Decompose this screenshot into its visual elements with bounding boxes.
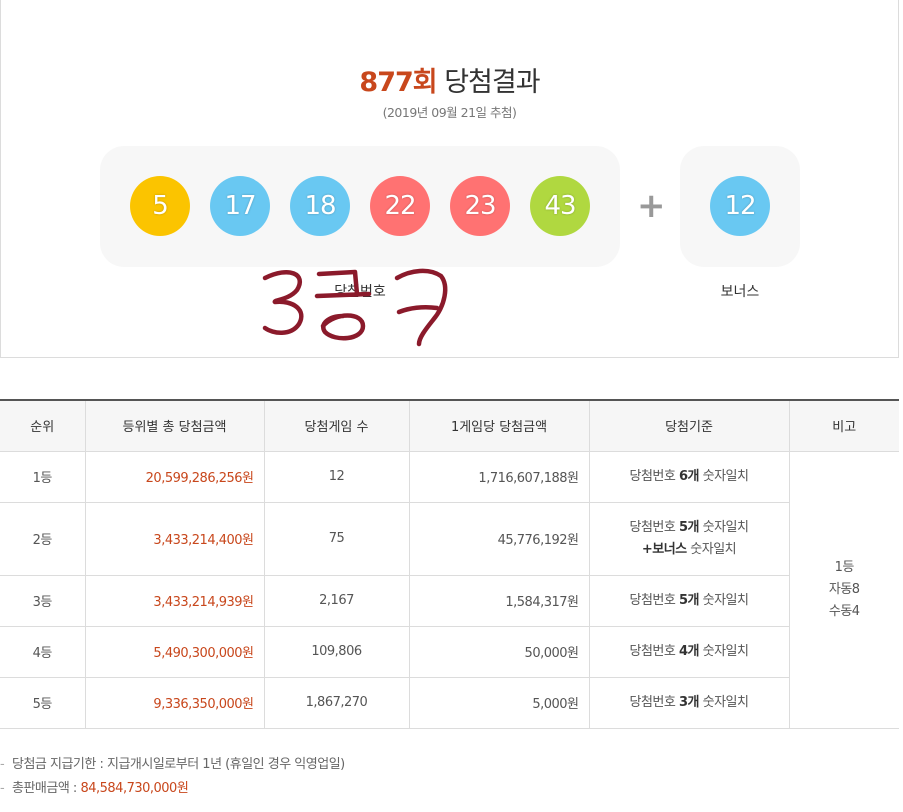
ball-1: 5: [130, 176, 190, 236]
criteria-cell: 당첨번호 3개 숫자일치: [588, 676, 790, 729]
result-box: 877회 당첨결과 (2019년 09월 21일 추첨) 5 17 18 22 …: [0, 0, 899, 358]
rank-cell: 5등: [0, 676, 86, 729]
criteria-text: 숫자일치: [699, 694, 749, 710]
criteria-line: +보너스 숫자일치: [590, 539, 789, 561]
criteria-text: 숫자일치: [686, 541, 737, 557]
per-game-cell: 45,776,192원: [408, 501, 590, 576]
criteria-count: 5개: [678, 592, 700, 608]
col-total-header: 등위별 총 당첨금액: [84, 400, 265, 452]
note-line: 1등: [834, 559, 855, 575]
criteria-text: 숫자일치: [699, 468, 749, 484]
plus-icon: +: [637, 186, 666, 226]
criteria-text: 당첨번호: [629, 592, 679, 608]
criteria-text: 숫자일치: [699, 592, 749, 608]
ball-2: 17: [210, 176, 270, 236]
total-sales-note: - 총판매금액 : 84,584,730,000원: [0, 779, 899, 803]
scribble-stroke: [314, 269, 372, 299]
table-row: 5등 9,336,350,000원 1,867,270 5,000원 당첨번호 …: [0, 676, 899, 729]
col-per-game-header: 1게임당 당첨금액: [408, 400, 590, 452]
round-number: 877회: [359, 67, 437, 98]
total-amount-cell: 20,599,286,256원: [84, 450, 265, 503]
winning-numbers-panel: 5 17 18 22 23 43: [100, 146, 620, 267]
criteria-line: 당첨번호 5개 숫자일치: [590, 517, 789, 539]
ball-4: 22: [370, 176, 430, 236]
per-game-cell: 1,716,607,188원: [408, 450, 590, 503]
title-suffix: 당첨결과: [444, 67, 540, 98]
scribble-stroke: [262, 269, 304, 335]
criteria-text: 당첨번호: [629, 519, 679, 535]
scribble-stroke: [320, 313, 366, 341]
games-cell: 109,806: [263, 625, 410, 678]
total-amount-cell: 3,433,214,939원: [84, 574, 265, 627]
criteria-cell: 당첨번호 5개 숫자일치 +보너스 숫자일치: [588, 501, 790, 576]
criteria-count: 6개: [678, 468, 700, 484]
payment-deadline-note: - 당첨금 지급기한 : 지급개시일로부터 1년 (휴일인 경우 익영업일): [0, 755, 899, 779]
rank-cell: 1등: [0, 450, 86, 503]
criteria-text: 당첨번호: [629, 643, 679, 659]
col-criteria-header: 당첨기준: [588, 400, 790, 452]
bonus-panel: 12: [680, 146, 800, 267]
total-amount-cell: 9,336,350,000원: [84, 676, 265, 729]
criteria-cell: 당첨번호 4개 숫자일치: [588, 625, 790, 678]
rank-cell: 3등: [0, 574, 86, 627]
total-amount-cell: 3,433,214,400원: [84, 501, 265, 576]
criteria-count: 5개: [678, 519, 700, 535]
dash-icon: -: [0, 757, 5, 772]
criteria-cell: 당첨번호 6개 숫자일치: [588, 450, 790, 503]
criteria-count: 3개: [678, 694, 700, 710]
bonus-label: 보너스: [720, 284, 760, 300]
rank-cell: 4등: [0, 625, 86, 678]
ball-3: 18: [290, 176, 350, 236]
criteria-text: 숫자일치: [699, 643, 749, 659]
games-cell: 12: [263, 450, 410, 503]
criteria-bonus: +보너스: [641, 541, 687, 557]
criteria-count: 4개: [678, 643, 700, 659]
col-rank-header: 순위: [0, 400, 86, 452]
deadline-text: 당첨금 지급기한 : 지급개시일로부터 1년 (휴일인 경우 익영업일): [12, 757, 345, 772]
rank-cell: 2등: [0, 501, 86, 576]
scribble-stroke: [396, 304, 440, 315]
col-games-header: 당첨게임 수: [263, 400, 410, 452]
ball-6: 43: [530, 176, 590, 236]
sales-value: 84,584,730,000원: [80, 781, 189, 796]
prize-table: 순위 등위별 총 당첨금액 당첨게임 수 1게임당 당첨금액 당첨기준 비고 1…: [0, 399, 899, 729]
note-cell: 1등 자동8 수동4: [788, 450, 899, 729]
table-row: 1등 20,599,286,256원 12 1,716,607,188원 당첨번…: [0, 450, 899, 729]
total-amount-cell: 5,490,300,000원: [84, 625, 265, 678]
handwritten-annotation: [262, 268, 448, 347]
table-row: 4등 5,490,300,000원 109,806 50,000원 당첨번호 4…: [0, 625, 899, 678]
sales-label: 총판매금액 :: [12, 781, 81, 796]
draw-title: 877회 당첨결과: [1, 60, 898, 99]
games-cell: 75: [263, 501, 410, 576]
criteria-text: 당첨번호: [629, 694, 679, 710]
bonus-ball: 12: [710, 176, 770, 236]
criteria-text: 당첨번호: [629, 468, 679, 484]
per-game-cell: 5,000원: [408, 676, 590, 729]
criteria-cell: 당첨번호 5개 숫자일치: [588, 574, 790, 627]
draw-date: (2019년 09월 21일 추첨): [382, 105, 517, 120]
ball-5: 23: [450, 176, 510, 236]
criteria-text: 숫자일치: [699, 519, 749, 535]
footer-notes: - 당첨금 지급기한 : 지급개시일로부터 1년 (휴일인 경우 익영업일) -총…: [0, 755, 899, 803]
per-game-cell: 50,000원: [408, 625, 590, 678]
games-cell: 2,167: [263, 574, 410, 627]
per-game-cell: 1,584,317원: [408, 574, 590, 627]
note-line: 수동4: [828, 603, 860, 619]
table-row: 3등 3,433,214,939원 2,167 1,584,317원 당첨번호 …: [0, 574, 899, 627]
games-cell: 1,867,270: [263, 676, 410, 729]
note-line: 자동8: [828, 581, 860, 597]
table-row: 2등 3,433,214,400원 75 45,776,192원 당첨번호 5개…: [0, 501, 899, 576]
table-header-row: 순위 등위별 총 당첨금액 당첨게임 수 1게임당 당첨금액 당첨기준 비고: [0, 400, 899, 452]
col-note-header: 비고: [788, 400, 899, 452]
dash-icon: -: [0, 781, 5, 796]
